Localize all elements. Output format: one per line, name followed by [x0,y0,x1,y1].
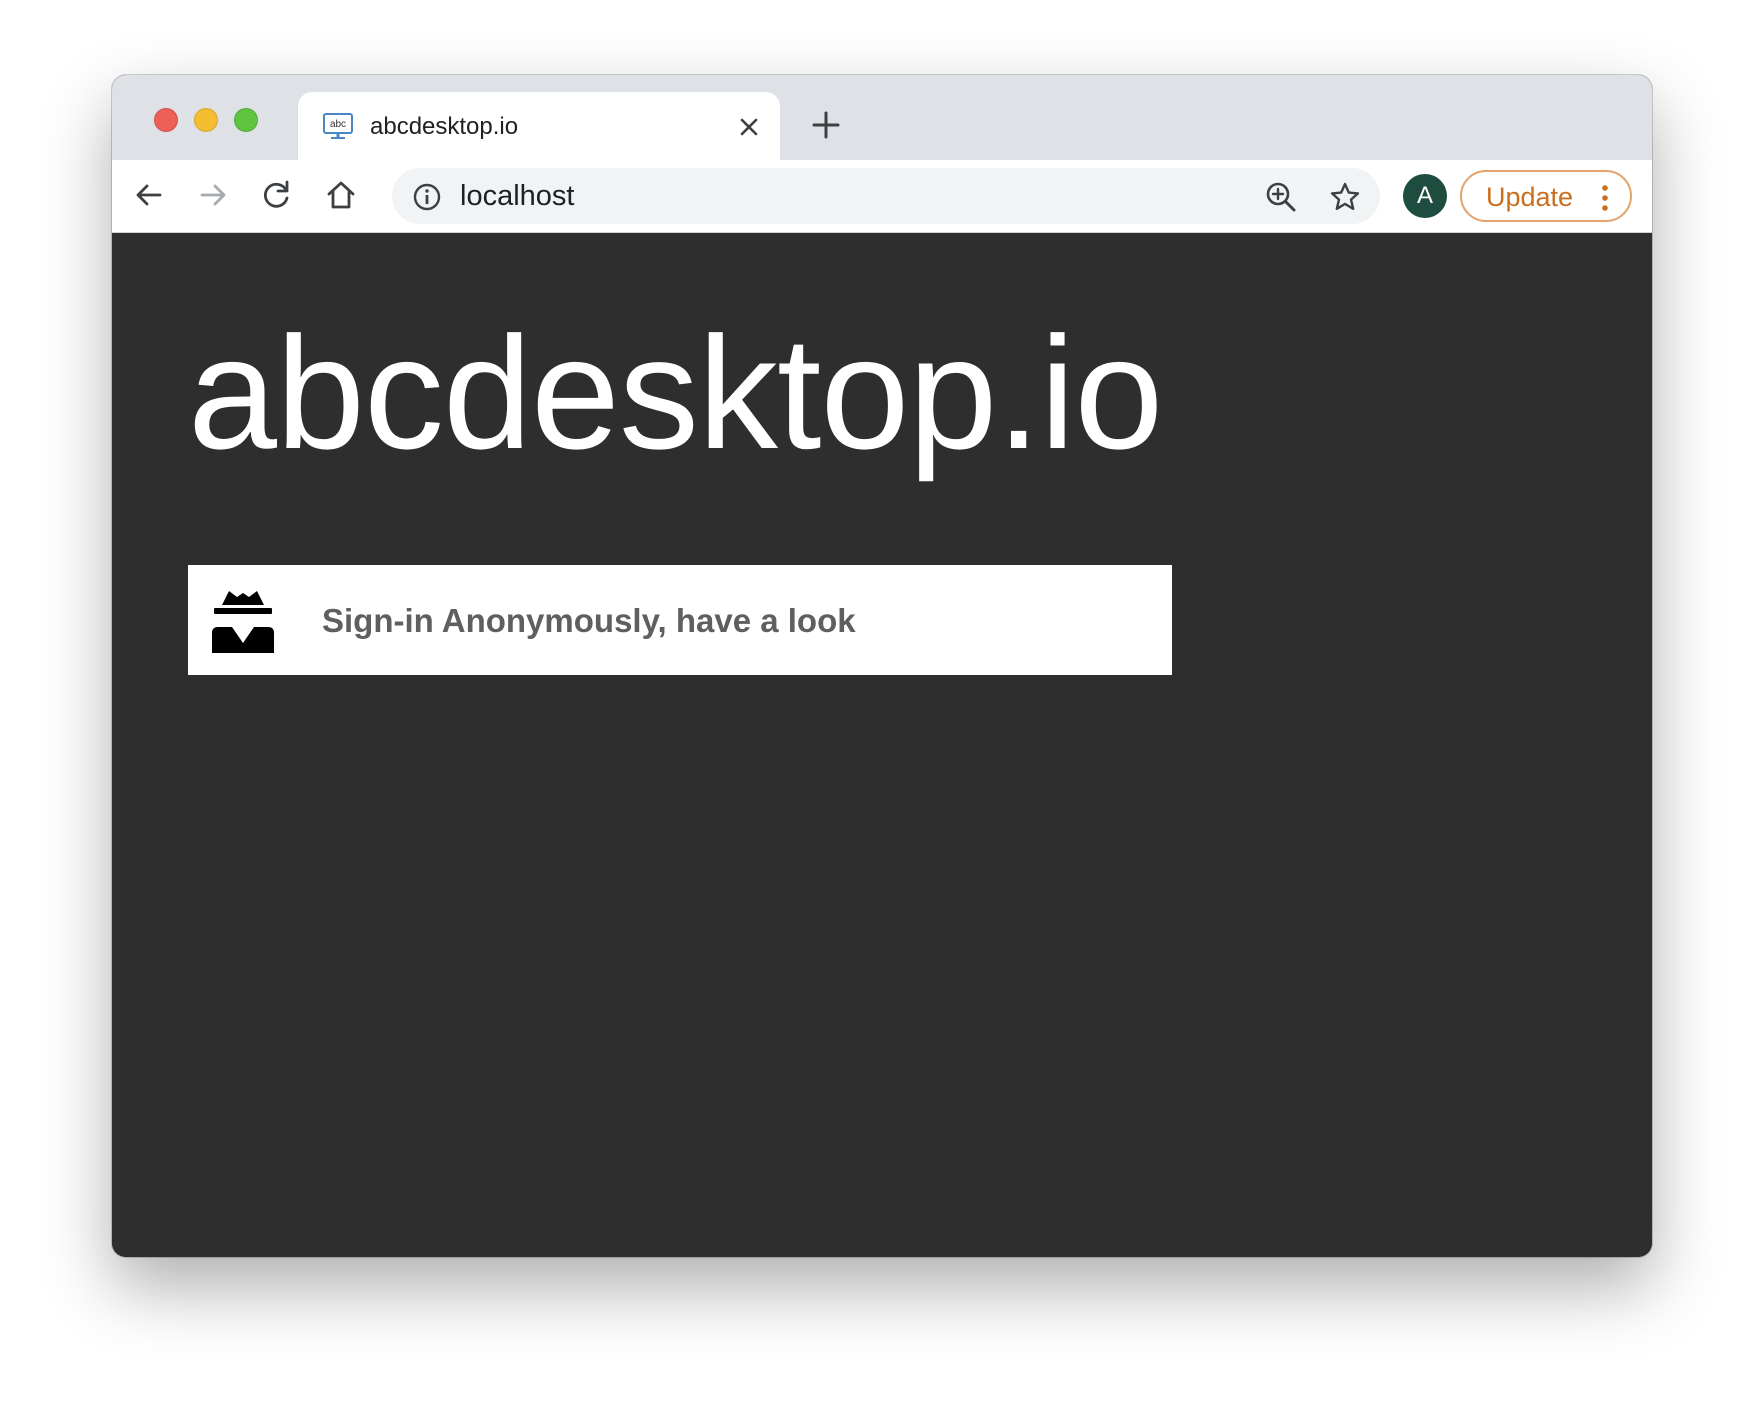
tab-strip: abc abcdesktop.io [112,75,1652,160]
page-content: abcdesktop.io Sign-in Anonymously, have … [112,233,1652,1257]
address-bar[interactable]: localhost [392,168,1380,224]
update-label: Update [1486,182,1574,212]
svg-text:abc: abc [330,119,346,130]
new-tab-icon[interactable] [808,107,844,143]
tab-title: abcdesktop.io [370,113,519,140]
sign-in-label: Sign-in Anonymously, have a look [322,602,856,639]
browser-toolbar: localhost A Update [112,160,1652,233]
update-button[interactable]: Update [1460,170,1632,222]
info-icon[interactable] [412,182,442,212]
sign-in-anonymously-button[interactable]: Sign-in Anonymously, have a look [188,565,1172,675]
window-zoom-button[interactable] [234,108,258,132]
page-title: abcdesktop.io [188,303,1163,482]
reload-icon[interactable] [260,178,294,212]
profile-avatar[interactable]: A [1403,174,1447,218]
browser-window: abc abcdesktop.io localhost A Update abc… [112,75,1652,1257]
close-icon[interactable] [736,114,762,140]
more-vert-icon [1602,185,1608,211]
zoom-icon[interactable] [1264,180,1298,214]
window-close-button[interactable] [154,108,178,132]
bookmark-star-icon[interactable] [1328,180,1362,214]
tab-abcdesktop[interactable]: abc abcdesktop.io [298,92,780,160]
forward-arrow-icon[interactable] [196,178,230,212]
window-minimize-button[interactable] [194,108,218,132]
home-icon[interactable] [324,178,358,212]
abc-favicon-icon: abc [323,113,353,139]
incognito-icon [212,591,274,653]
url-text[interactable]: localhost [460,178,574,214]
back-arrow-icon[interactable] [132,178,166,212]
